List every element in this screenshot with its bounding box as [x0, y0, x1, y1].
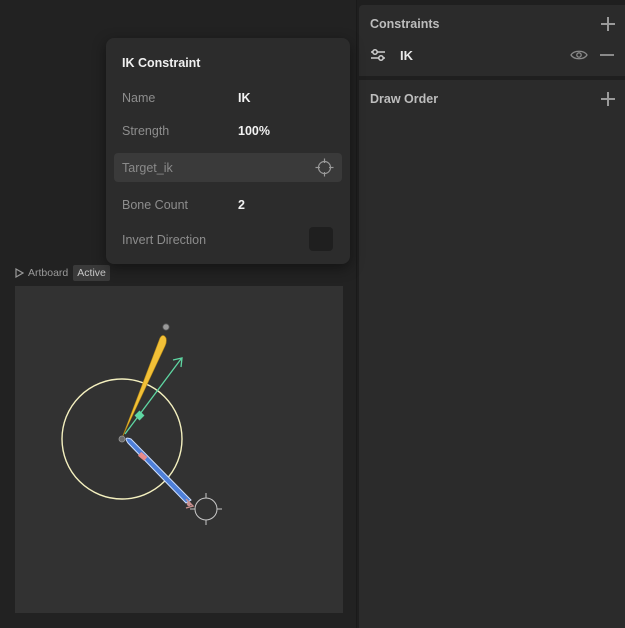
artboard-name[interactable]: Artboard [28, 267, 68, 279]
draw-order-title: Draw Order [370, 92, 439, 106]
invert-direction-label: Invert Direction [122, 233, 207, 247]
artboard-header: Artboard Active [14, 264, 110, 281]
bone-tip-handle[interactable] [162, 323, 170, 331]
constraint-item-ik[interactable]: IK [359, 43, 625, 69]
artboard-canvas[interactable] [15, 286, 343, 613]
remove-constraint-icon[interactable] [600, 54, 614, 56]
target-placeholder: Target_ik [122, 161, 173, 175]
bone-count-value[interactable]: 2 [238, 198, 245, 212]
strength-value[interactable]: 100% [238, 124, 270, 138]
ik-target-crosshair[interactable] [190, 493, 222, 525]
crosshair-icon[interactable] [315, 158, 334, 177]
add-draw-order-icon[interactable] [601, 92, 615, 106]
name-label: Name [122, 91, 156, 105]
joint-handle[interactable] [118, 435, 126, 443]
add-constraint-icon[interactable] [601, 17, 615, 31]
strength-label: Strength [122, 124, 170, 138]
eye-icon[interactable] [570, 49, 588, 61]
name-value[interactable]: IK [238, 91, 251, 105]
ik-constraint-popup: IK Constraint Name IK Strength 100% Targ… [106, 38, 350, 264]
constraints-section: Constraints IK [359, 5, 625, 76]
invert-direction-checkbox[interactable] [309, 227, 333, 251]
draw-order-section: Draw Order [359, 80, 625, 628]
target-dot [186, 501, 192, 507]
bone-count-label: Bone Count [122, 198, 189, 212]
constraint-item-label: IK [400, 48, 413, 63]
status-badge: Active [73, 264, 110, 281]
play-icon[interactable] [14, 267, 24, 278]
artboard-drawing[interactable] [15, 286, 343, 613]
constraints-title: Constraints [370, 17, 440, 31]
target-field[interactable]: Target_ik [114, 153, 342, 182]
popup-title: IK Constraint [122, 56, 201, 70]
sliders-icon [371, 49, 385, 61]
